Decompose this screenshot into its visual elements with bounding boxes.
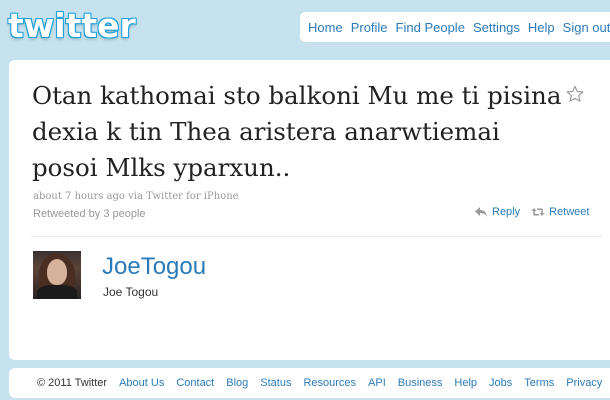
tweet-text: Otan kathomai sto balkoni Mu me ti pisin…	[32, 81, 562, 182]
retweet-icon	[531, 208, 545, 216]
footer-link-privacy[interactable]: Privacy	[566, 377, 602, 389]
tweet-meta: about 7 hours ago via Twitter for iPhone	[33, 191, 239, 202]
footer-link-status[interactable]: Status	[260, 377, 291, 389]
reply-label: Reply	[492, 206, 521, 218]
retweet-label: Retweet	[549, 206, 590, 218]
retweet-count-label[interactable]: Retweeted by 3 people	[33, 208, 146, 220]
footer-link-business[interactable]: Business	[398, 377, 443, 389]
nav-find-people-link[interactable]: Find People	[396, 20, 465, 35]
nav-settings-link[interactable]: Settings	[473, 20, 520, 35]
top-navigation: Home Profile Find People Settings Help S…	[300, 12, 610, 42]
footer-link-blog[interactable]: Blog	[226, 377, 248, 389]
footer-link-api[interactable]: API	[368, 377, 386, 389]
avatar[interactable]	[33, 251, 81, 299]
footer-link-resources[interactable]: Resources	[303, 377, 356, 389]
tweet-card: Otan kathomai sto balkoni Mu me ti pisin…	[9, 60, 610, 360]
avatar-shirt	[37, 285, 77, 299]
footer-copyright: © 2011 Twitter	[37, 377, 108, 389]
footer-link-jobs[interactable]: Jobs	[489, 377, 512, 389]
tweet-timestamp-link[interactable]: about 7 hours ago	[33, 191, 125, 202]
footer: © 2011 Twitter About Us Contact Blog Sta…	[37, 373, 610, 393]
nav-sign-out-link[interactable]: Sign out	[563, 20, 610, 35]
footer-link-contact[interactable]: Contact	[176, 377, 214, 389]
retweet-button[interactable]: Retweet	[531, 206, 589, 218]
footer-link-terms[interactable]: Terms	[524, 377, 554, 389]
reply-button[interactable]: Reply	[474, 206, 520, 218]
star-icon[interactable]	[566, 85, 584, 103]
tweet-actions: Reply Retweet	[474, 206, 600, 218]
nav-home-link[interactable]: Home	[308, 20, 343, 35]
via-label: via	[128, 191, 143, 202]
reply-arrow-icon	[475, 207, 487, 217]
footer-link-help[interactable]: Help	[454, 377, 477, 389]
nav-help-link[interactable]: Help	[528, 20, 555, 35]
divider	[31, 236, 602, 237]
nav-profile-link[interactable]: Profile	[351, 20, 388, 35]
footer-link-about-us[interactable]: About Us	[119, 377, 164, 389]
tweet-source-link[interactable]: Twitter for iPhone	[146, 191, 238, 202]
author-screen-name-link[interactable]: JoeTogou	[102, 253, 206, 281]
twitter-logo[interactable]: twitter	[8, 6, 136, 45]
avatar-face	[47, 259, 67, 285]
author-full-name: Joe Togou	[103, 285, 159, 299]
